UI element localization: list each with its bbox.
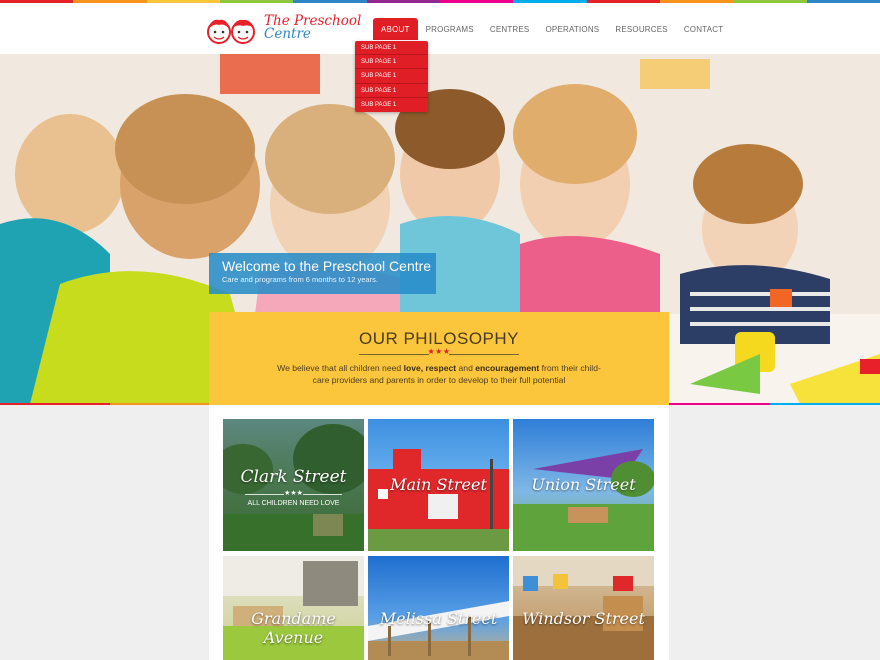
welcome-title: Welcome to the Preschool Centre [222, 258, 432, 274]
welcome-subtitle: Care and programs from 6 months to 12 ye… [222, 275, 378, 284]
nav-item-operations[interactable]: OPERATIONS [537, 18, 607, 40]
philosophy-divider: ★★★ [359, 347, 519, 360]
submenu-item[interactable]: SUB PAGE 1 [355, 84, 428, 98]
centre-tile-grandame-avenue[interactable]: Grandame Avenue [223, 556, 364, 660]
nav-item-resources[interactable]: RESOURCES [607, 18, 675, 40]
stars-icon: ★★★ [284, 490, 303, 497]
logo[interactable]: The Preschool Centre [205, 14, 361, 45]
philosophy-panel: OUR PHILOSOPHY ★★★ We believe that all c… [209, 312, 669, 405]
submenu-item[interactable]: SUB PAGE 1 [355, 41, 428, 56]
centre-tile-clark-street[interactable]: Clark Street ★★★ ALL CHILDREN NEED LOVE [223, 419, 364, 551]
centre-tile-melissa-street[interactable]: Melissa Street [368, 556, 509, 660]
submenu-item[interactable]: SUB PAGE 1 [355, 98, 428, 112]
logo-text: The Preschool Centre [264, 14, 361, 42]
main-nav: ABOUT PROGRAMS CENTRES OPERATIONS RESOUR… [373, 18, 731, 40]
logo-line-2: Centre [264, 26, 311, 42]
tile-title: Union Street [531, 475, 636, 494]
centre-tile-union-street[interactable]: Union Street [513, 419, 654, 551]
tile-title: Grandame Avenue [251, 609, 336, 647]
tile-title: Clark Street [240, 467, 347, 487]
melissa-street-photo [368, 601, 509, 660]
tile-title: Melissa Street [379, 609, 498, 628]
submenu-item[interactable]: SUB PAGE 1 [355, 69, 428, 84]
nav-item-programs[interactable]: PROGRAMS [418, 18, 482, 40]
site-header: The Preschool Centre ABOUT PROGRAMS CENT… [0, 3, 880, 54]
tile-subtitle: ALL CHILDREN NEED LOVE [247, 500, 340, 507]
centre-tile-windsor-street[interactable]: Windsor Street [513, 556, 654, 660]
about-dropdown-menu: SUB PAGE 1 SUB PAGE 1 SUB PAGE 1 SUB PAG… [355, 41, 428, 112]
philosophy-title: OUR PHILOSOPHY [358, 329, 520, 348]
logo-faces-icon [205, 15, 259, 45]
centres-grid: Clark Street ★★★ ALL CHILDREN NEED LOVE … [209, 405, 669, 660]
divider-line [303, 494, 342, 495]
divider-line [449, 354, 519, 355]
philosophy-text: We believe that all children need love, … [277, 363, 601, 385]
nav-item-centres[interactable]: CENTRES [482, 18, 538, 40]
welcome-banner: Welcome to the Preschool Centre Care and… [209, 253, 436, 294]
tile-title: Windsor Street [522, 609, 645, 628]
submenu-item[interactable]: SUB PAGE 1 [355, 55, 428, 70]
windsor-street-photo [513, 556, 654, 660]
tile-title: Main Street [390, 475, 487, 494]
nav-item-contact[interactable]: CONTACT [676, 18, 731, 40]
centre-tile-main-street[interactable]: Main Street [368, 419, 509, 551]
nav-item-about[interactable]: ABOUT [373, 18, 418, 40]
